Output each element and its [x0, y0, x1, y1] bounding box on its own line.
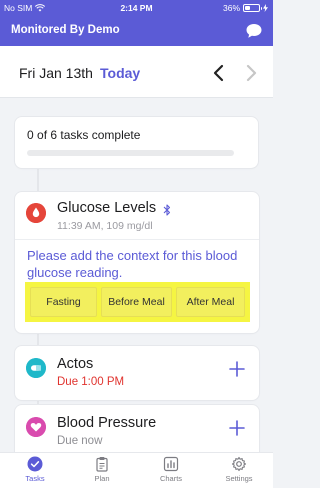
progress-completed: 0: [27, 128, 34, 142]
current-date: Fri Jan 13th: [19, 65, 93, 81]
today-button[interactable]: Today: [100, 65, 140, 81]
context-message: Please add the context for this blood gl…: [27, 248, 238, 280]
bolt-icon: [263, 4, 268, 12]
glucose-reading: 11:39 AM, 109 mg/dl: [57, 220, 153, 232]
heart-icon: [26, 417, 46, 437]
tab-settings[interactable]: Settings: [217, 456, 261, 483]
blood-pressure-task-card[interactable]: Blood Pressure Due now: [15, 405, 259, 459]
fasting-button[interactable]: Fasting: [30, 287, 97, 317]
bar-chart-icon: [163, 456, 179, 472]
chat-bubble-icon[interactable]: [245, 22, 263, 40]
before-meal-button[interactable]: Before Meal: [101, 287, 172, 317]
blood-pressure-due-status: Due now: [57, 435, 103, 447]
progress-total: 6 tasks complete: [50, 128, 141, 142]
gear-icon: [231, 456, 247, 472]
progress-of: of: [37, 128, 48, 142]
actos-task-card[interactable]: Actos Due 1:00 PM: [15, 346, 259, 400]
glucose-task-card[interactable]: Glucose Levels 11:39 AM, 109 mg/dl Pleas…: [15, 192, 259, 333]
context-options: Fasting Before Meal After Meal: [25, 282, 250, 322]
bluetooth-icon: [163, 204, 171, 216]
tab-charts-label: Charts: [159, 474, 183, 483]
plus-icon[interactable]: [228, 417, 246, 439]
tab-tasks[interactable]: Tasks: [13, 456, 57, 483]
progress-card: 0 of 6 tasks complete: [15, 117, 258, 168]
tab-charts[interactable]: Charts: [149, 456, 193, 483]
app-title: Monitored By Demo: [11, 24, 120, 36]
tab-plan[interactable]: Plan: [80, 456, 124, 483]
battery-percent: 36%: [222, 3, 240, 13]
chevron-left-icon[interactable]: [211, 64, 227, 82]
glucose-title: Glucose Levels: [57, 200, 157, 216]
pill-icon: [26, 358, 46, 378]
progress-bar: [27, 150, 234, 156]
battery-fill: [245, 6, 250, 10]
clipboard-icon: [96, 457, 108, 472]
check-circle-icon: [27, 456, 43, 472]
blood-pressure-title: Blood Pressure: [57, 415, 157, 431]
plus-icon[interactable]: [228, 358, 246, 380]
chevron-right-icon[interactable]: [243, 64, 259, 82]
tab-bar: Tasks Plan Charts Settings: [0, 452, 273, 488]
drop-icon: [26, 203, 46, 223]
divider: [15, 239, 259, 240]
after-meal-button[interactable]: After Meal: [176, 287, 245, 317]
status-right: 36%: [223, 3, 268, 13]
battery-icon: [243, 4, 262, 12]
app-header: Monitored By Demo: [0, 16, 273, 46]
date-bar: Fri Jan 13th Today: [0, 46, 273, 98]
actos-title: Actos: [57, 356, 94, 372]
tab-plan-label: Plan: [94, 474, 110, 483]
status-bar: No SIM 2:14 PM 36%: [0, 0, 273, 16]
progress-text: 0 of 6 tasks complete: [27, 128, 140, 142]
actos-due-status: Due 1:00 PM: [57, 376, 125, 388]
tab-settings-label: Settings: [225, 474, 253, 483]
tab-tasks-label: Tasks: [25, 474, 45, 483]
